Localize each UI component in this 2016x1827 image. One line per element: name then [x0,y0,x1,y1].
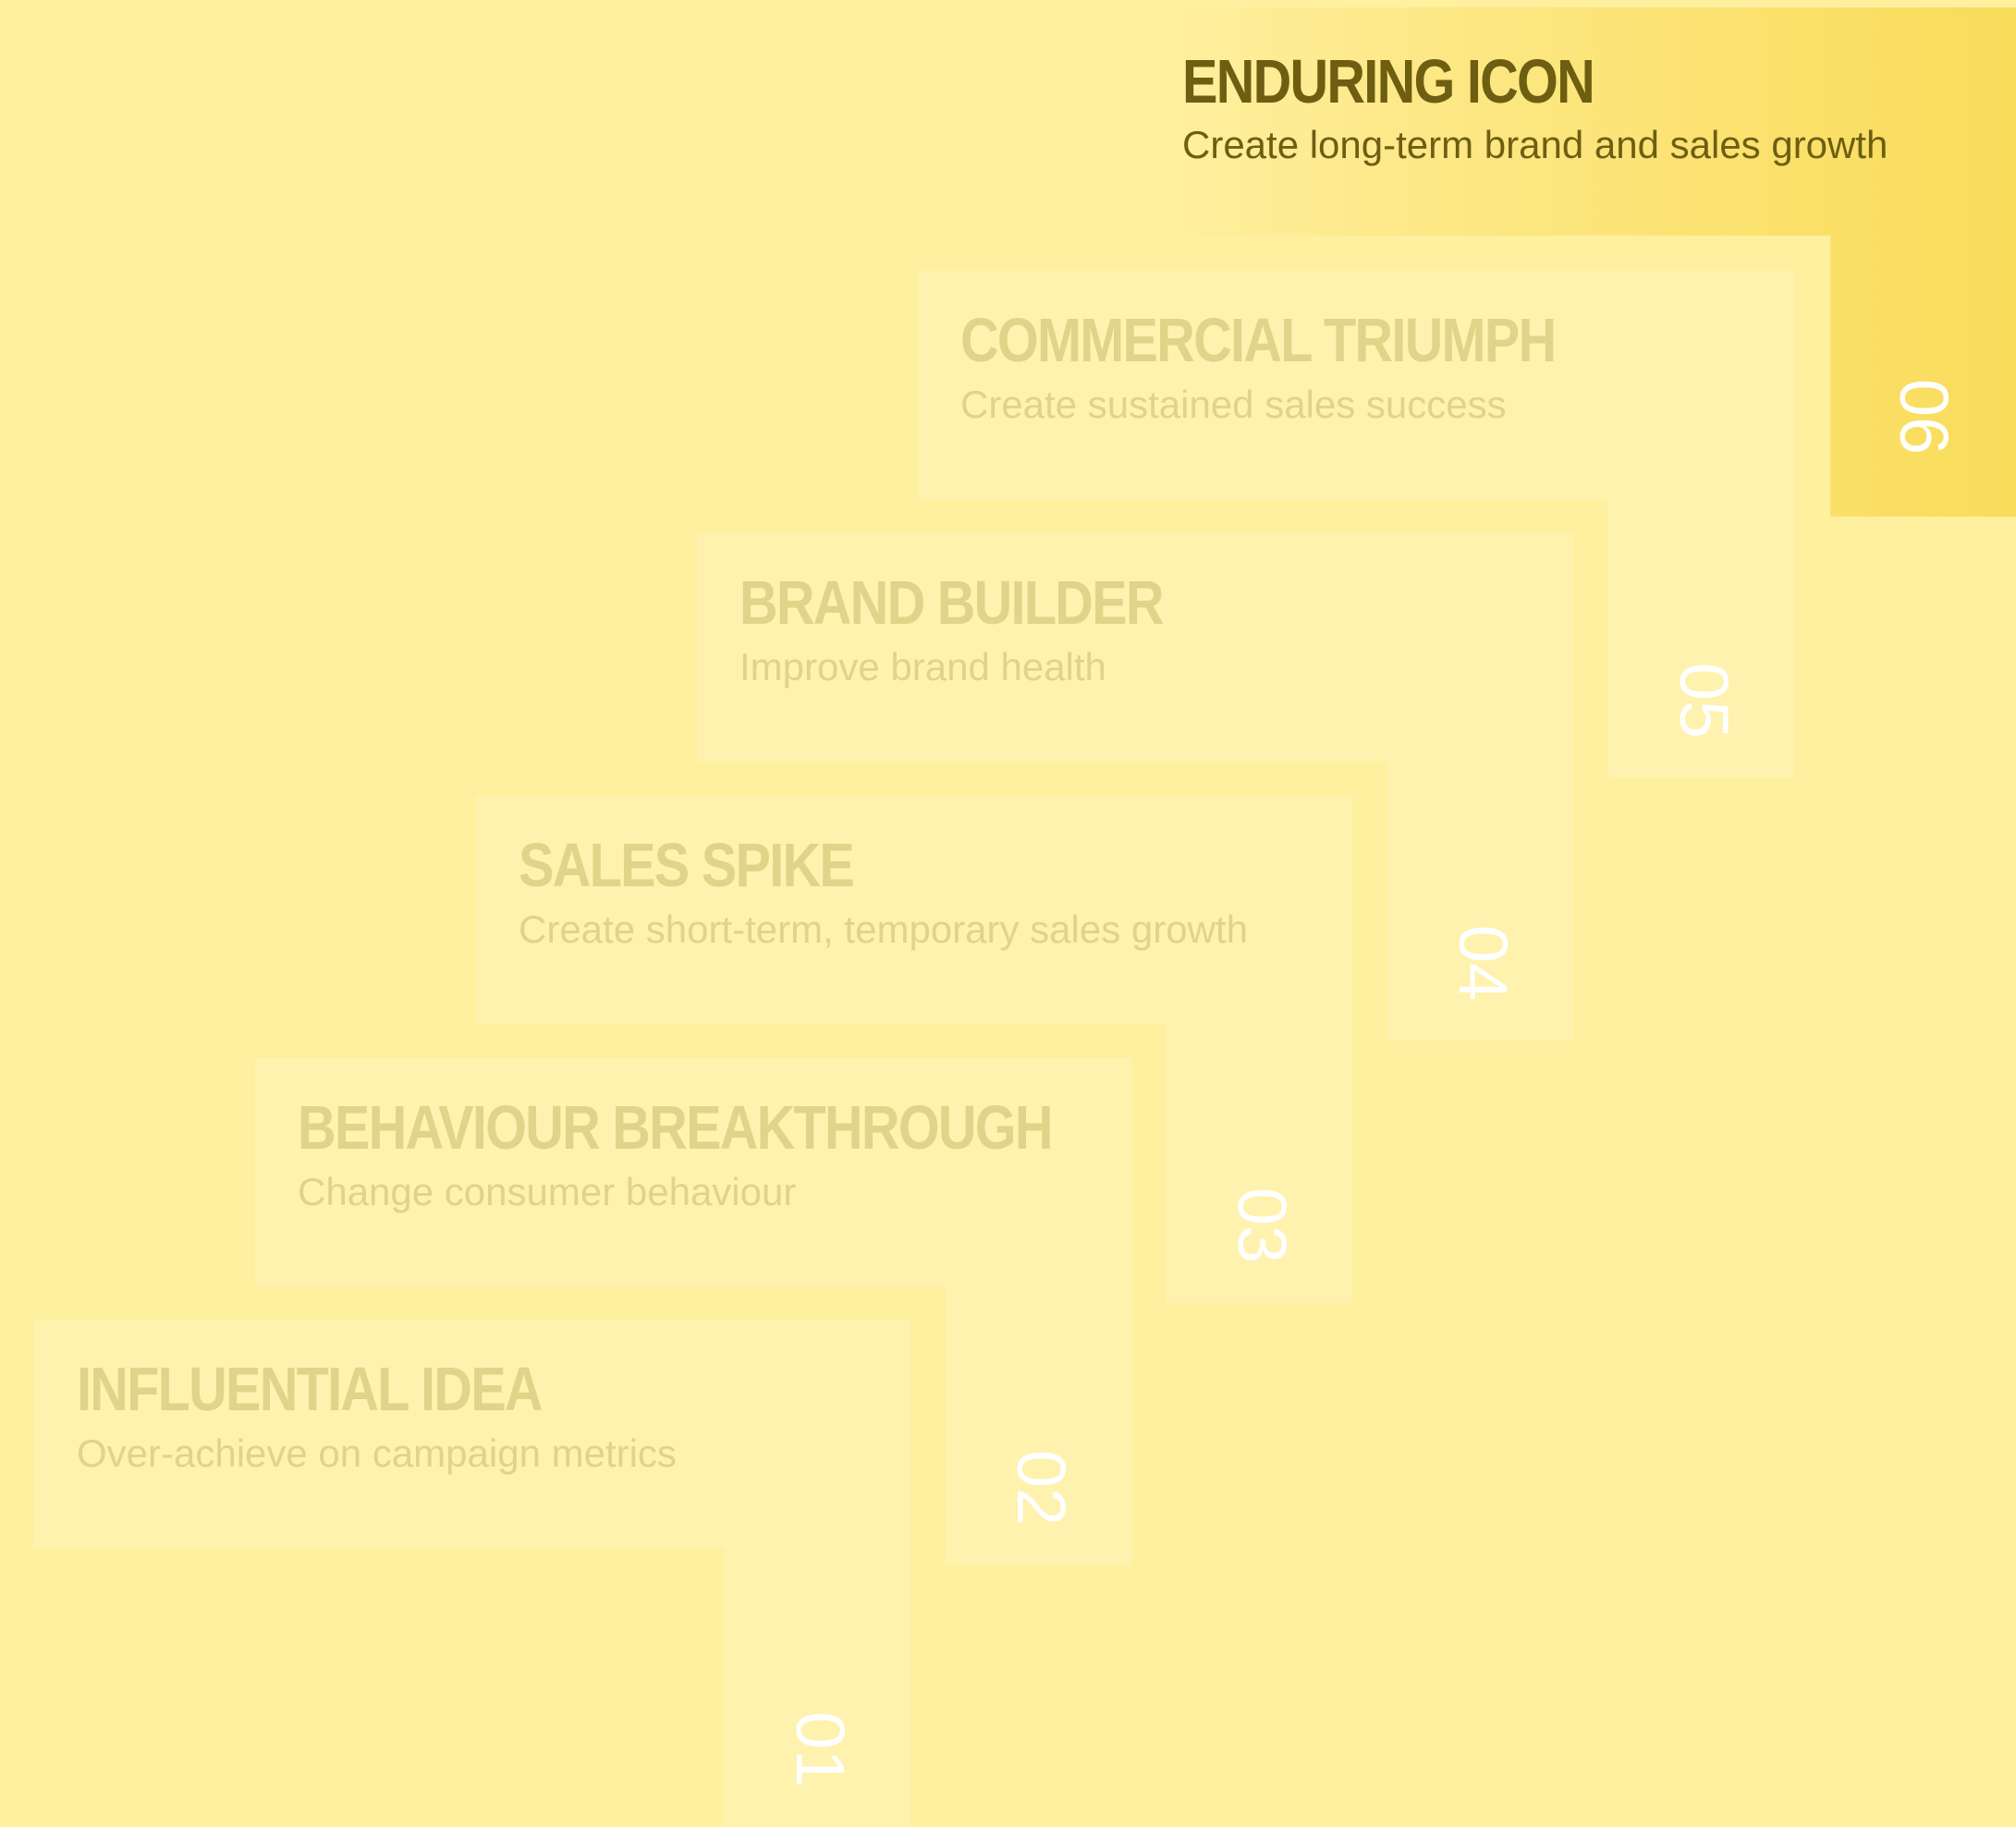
step-subtitle: Create long-term brand and sales growth [1182,123,1888,166]
step-title: COMMERCIAL TRIUMPH [960,306,1557,375]
step-title: BRAND BUILDER [739,568,1165,638]
step-number: 02 [1003,1449,1080,1527]
step-number: 04 [1445,924,1521,1002]
step-subtitle: Change consumer behaviour [298,1170,797,1213]
step-title: INFLUENTIAL IDEA [77,1355,544,1424]
step-number: 03 [1224,1187,1301,1264]
step-title: BEHAVIOUR BREAKTHROUGH [298,1093,1054,1163]
step-title: ENDURING ICON [1182,47,1595,116]
step-subtitle: Create sustained sales success [960,383,1507,426]
step-subtitle: Over-achieve on campaign metrics [77,1431,677,1475]
step-subtitle: Improve brand health [739,645,1106,688]
staircase-diagram: INFLUENTIAL IDEA Over-achieve on campaig… [0,0,2016,1827]
step-number: 06 [1886,378,1962,456]
step-subtitle: Create short-term, temporary sales growt… [519,907,1248,951]
step-title: SALES SPIKE [519,831,855,900]
step-number: 01 [782,1711,859,1788]
step-number: 05 [1666,662,1742,739]
